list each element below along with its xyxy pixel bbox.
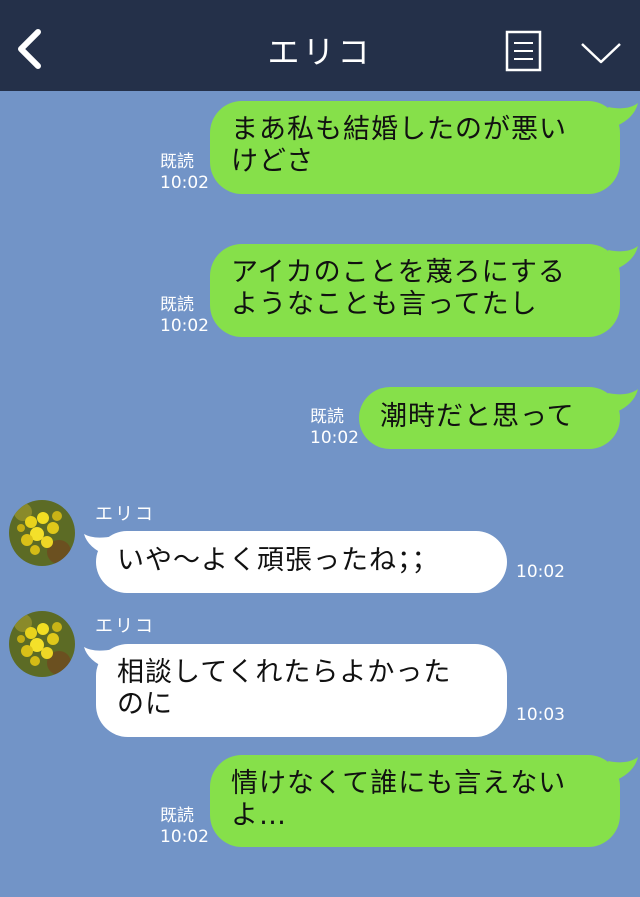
chat-header: エリコ: [0, 0, 640, 91]
sender-name: エリコ: [95, 616, 155, 637]
bubble-tail: [608, 757, 638, 781]
menu-toggle-button[interactable]: [578, 36, 624, 68]
note-button[interactable]: [504, 29, 544, 73]
message-time: 10:02: [310, 428, 359, 448]
read-receipt: 既読 10:02: [310, 407, 359, 449]
read-receipt: 既読 10:02: [160, 806, 209, 848]
read-label: 既読: [160, 295, 194, 315]
message-time: 10:02: [160, 316, 209, 336]
read-label: 既読: [160, 152, 194, 172]
read-label: 既読: [160, 806, 194, 826]
mimosa-flower-avatar-image: [9, 611, 75, 677]
message-time: 10:02: [160, 827, 209, 847]
sender-name: エリコ: [95, 504, 155, 525]
bubble-tail: [608, 389, 638, 413]
my-message-bubble[interactable]: アイカのことを蔑ろにする ようなことも言ってたし: [210, 244, 620, 337]
avatar[interactable]: [9, 611, 75, 677]
message-time: 10:03: [516, 705, 565, 725]
read-receipt: 既読 10:02: [160, 295, 209, 337]
my-message-bubble[interactable]: まあ私も結婚したのが悪い けどさ: [210, 101, 620, 194]
chevron-down-icon: [581, 43, 621, 64]
bubble-tail: [608, 246, 638, 270]
my-message-bubble[interactable]: 情けなくて誰にも言えない よ…: [210, 755, 620, 847]
mimosa-flower-avatar-image: [9, 500, 75, 566]
note-icon: [505, 30, 542, 72]
read-label: 既読: [310, 407, 344, 427]
message-time: 10:02: [160, 173, 209, 193]
their-message-bubble[interactable]: 相談してくれたらよかった のに: [96, 644, 507, 737]
my-message-bubble[interactable]: 潮時だと思って: [359, 387, 620, 449]
read-receipt: 既読 10:02: [160, 152, 209, 194]
chat-title: エリコ: [267, 33, 373, 71]
their-message-bubble[interactable]: いや〜よく頑張ったね；；: [96, 531, 507, 593]
bubble-tail: [608, 103, 638, 127]
message-time: 10:02: [516, 562, 565, 582]
avatar[interactable]: [9, 500, 75, 566]
